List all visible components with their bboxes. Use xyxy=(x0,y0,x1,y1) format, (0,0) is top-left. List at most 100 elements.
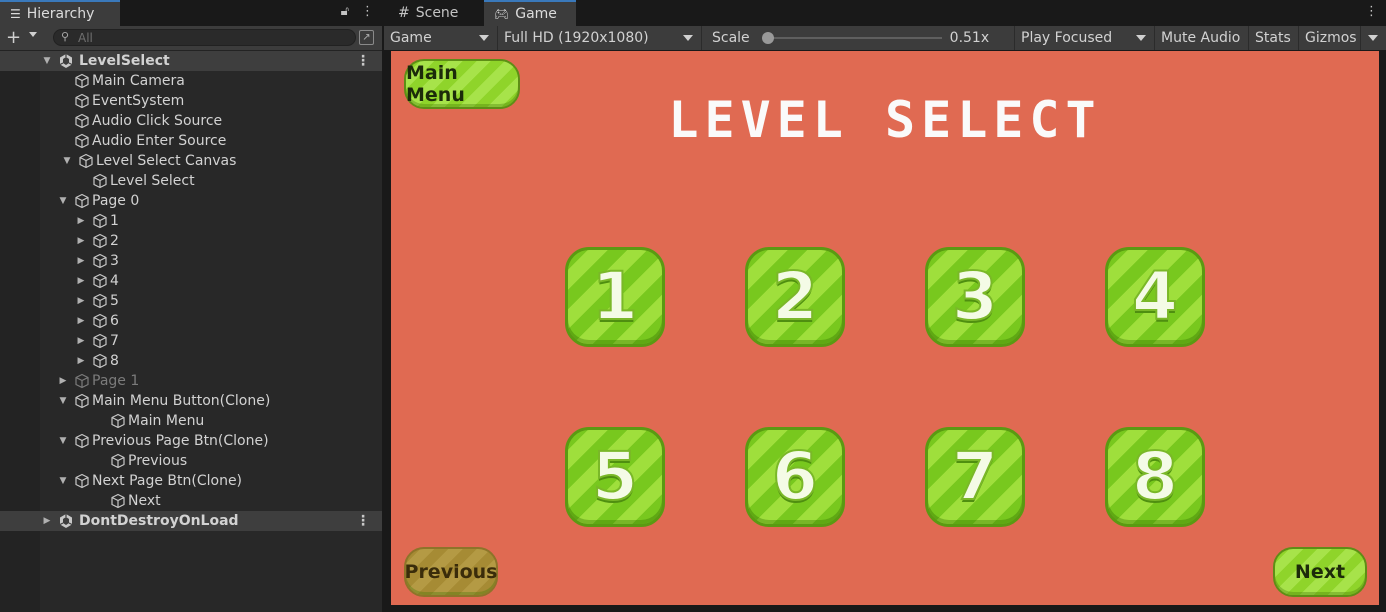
expand-arrow-icon[interactable]: ▼ xyxy=(58,196,68,206)
more-options-icon[interactable]: ⋮ xyxy=(1365,4,1378,19)
level-button-8[interactable]: 8 xyxy=(1105,427,1205,527)
scale-slider-handle[interactable] xyxy=(761,32,774,44)
collapse-arrow-icon[interactable]: ▶ xyxy=(42,516,52,526)
collapse-arrow-icon[interactable]: ▶ xyxy=(76,256,86,266)
collapse-arrow-icon[interactable]: ▶ xyxy=(76,356,86,366)
hierarchy-row[interactable]: ▶ 6 xyxy=(0,311,382,331)
hierarchy-row[interactable]: EventSystem xyxy=(0,91,382,111)
hierarchy-row[interactable]: ▼ Level Select Canvas xyxy=(0,151,382,171)
hierarchy-row[interactable]: ▶ 7 xyxy=(0,331,382,351)
gameobject-cube-icon xyxy=(74,73,90,89)
level-number: 7 xyxy=(951,438,999,515)
hierarchy-row-label: Page 0 xyxy=(92,193,140,209)
hierarchy-row-label: Main Menu Button(Clone) xyxy=(92,393,271,409)
stats-button[interactable]: Stats xyxy=(1249,26,1299,50)
hierarchy-row[interactable]: ▶ 5 xyxy=(0,291,382,311)
gizmos-dropdown[interactable] xyxy=(1361,26,1386,50)
collapse-arrow-icon[interactable]: ▶ xyxy=(58,376,68,386)
hierarchy-row[interactable]: ▶ 8 xyxy=(0,351,382,371)
gameobject-cube-icon xyxy=(74,433,90,449)
collapse-arrow-icon[interactable]: ▶ xyxy=(76,316,86,326)
level-button-2[interactable]: 2 xyxy=(745,247,845,347)
hierarchy-row[interactable]: ▶ Page 1 xyxy=(0,371,382,391)
lock-icon[interactable]: 🔓︎ xyxy=(341,4,349,19)
gameobject-cube-icon xyxy=(74,113,90,129)
hierarchy-row[interactable]: Previous xyxy=(0,451,382,471)
scale-slider[interactable] xyxy=(761,26,942,50)
level-number: 1 xyxy=(591,258,639,335)
level-button-1[interactable]: 1 xyxy=(565,247,665,347)
chevron-down-icon xyxy=(1136,35,1146,41)
scene-options-icon[interactable]: ⋮ xyxy=(356,53,370,69)
level-button-3[interactable]: 3 xyxy=(925,247,1025,347)
expand-arrow-icon[interactable]: ▼ xyxy=(58,396,68,406)
gameobject-cube-icon xyxy=(74,133,90,149)
search-by-type-icon[interactable]: ↗ xyxy=(359,30,374,45)
hierarchy-row[interactable]: ▶ 4 xyxy=(0,271,382,291)
gameobject-cube-icon xyxy=(74,373,90,389)
hierarchy-row[interactable]: ▶ 3 xyxy=(0,251,382,271)
hierarchy-scene-row[interactable]: ▼ LevelSelect ⋮ xyxy=(0,51,382,71)
level-button-4[interactable]: 4 xyxy=(1105,247,1205,347)
game-toolbar: Game Full HD (1920x1080) Scale 0.51x Pla… xyxy=(384,26,1386,50)
hierarchy-row[interactable]: Audio Click Source xyxy=(0,111,382,131)
scene-options-icon[interactable]: ⋮ xyxy=(356,513,370,529)
hierarchy-row[interactable]: Next xyxy=(0,491,382,511)
search-input[interactable]: ⚲ All xyxy=(53,29,356,46)
display-dropdown[interactable]: Game xyxy=(384,26,498,50)
previous-page-button[interactable]: Previous xyxy=(404,547,498,597)
hierarchy-row-label: Main Camera xyxy=(92,73,185,89)
hierarchy-row[interactable]: Audio Enter Source xyxy=(0,131,382,151)
hierarchy-row-label: EventSystem xyxy=(92,93,185,109)
hierarchy-row[interactable]: ▼ Page 0 xyxy=(0,191,382,211)
level-button-7[interactable]: 7 xyxy=(925,427,1025,527)
hierarchy-row[interactable]: ▼ Previous Page Btn(Clone) xyxy=(0,431,382,451)
level-button-5[interactable]: 5 xyxy=(565,427,665,527)
create-dropdown-icon[interactable] xyxy=(29,32,37,37)
hierarchy-panel: ☰ Hierarchy 🔓︎ ⋮ + ⚲ All ↗ ▼ LevelSelect ⋮… xyxy=(0,0,382,612)
hierarchy-row[interactable]: Main Camera xyxy=(0,71,382,91)
next-page-button[interactable]: Next xyxy=(1273,547,1367,597)
scale-label: Scale xyxy=(712,30,750,46)
hierarchy-row[interactable]: Main Menu xyxy=(0,411,382,431)
hierarchy-row-label: 8 xyxy=(110,353,119,369)
play-mode-dropdown[interactable]: Play Focused xyxy=(1015,26,1155,50)
expand-arrow-icon[interactable]: ▼ xyxy=(58,436,68,446)
tab-scene[interactable]: # Scene xyxy=(388,0,482,26)
expand-arrow-icon[interactable]: ▼ xyxy=(58,476,68,486)
gameobject-cube-icon xyxy=(92,173,108,189)
hierarchy-row[interactable]: ▼ Main Menu Button(Clone) xyxy=(0,391,382,411)
resolution-dropdown[interactable]: Full HD (1920x1080) xyxy=(498,26,702,50)
chevron-down-icon xyxy=(479,35,489,41)
expand-arrow-icon[interactable]: ▼ xyxy=(42,56,52,66)
collapse-arrow-icon[interactable]: ▶ xyxy=(76,296,86,306)
collapse-arrow-icon[interactable]: ▶ xyxy=(76,236,86,246)
create-plus-icon[interactable]: + xyxy=(6,27,21,48)
gameobject-cube-icon xyxy=(92,313,108,329)
more-options-icon[interactable]: ⋮ xyxy=(361,4,374,19)
gizmos-button[interactable]: Gizmos xyxy=(1299,26,1361,50)
gameobject-cube-icon xyxy=(92,213,108,229)
level-button-6[interactable]: 6 xyxy=(745,427,845,527)
tab-game[interactable]: 🎮︎ Game xyxy=(484,0,576,26)
mute-audio-label: Mute Audio xyxy=(1161,30,1241,46)
tab-hierarchy[interactable]: ☰ Hierarchy xyxy=(0,0,120,26)
chevron-down-icon xyxy=(683,35,693,41)
play-mode-label: Play Focused xyxy=(1021,30,1113,46)
hierarchy-row[interactable]: ▶ 1 xyxy=(0,211,382,231)
display-label: Game xyxy=(390,30,432,46)
collapse-arrow-icon[interactable]: ▶ xyxy=(76,276,86,286)
hierarchy-row[interactable]: Level Select xyxy=(0,171,382,191)
expand-arrow-icon[interactable]: ▼ xyxy=(62,156,72,166)
gameobject-cube-icon xyxy=(110,453,126,469)
grid-icon: # xyxy=(398,5,410,21)
hierarchy-row-label: 5 xyxy=(110,293,119,309)
level-number: 8 xyxy=(1131,438,1179,515)
collapse-arrow-icon[interactable]: ▶ xyxy=(76,216,86,226)
hierarchy-row[interactable]: ▼ Next Page Btn(Clone) xyxy=(0,471,382,491)
gameobject-cube-icon xyxy=(74,193,90,209)
mute-audio-button[interactable]: Mute Audio xyxy=(1155,26,1249,50)
hierarchy-row[interactable]: ▶ 2 xyxy=(0,231,382,251)
hierarchy-scene-row[interactable]: ▶ DontDestroyOnLoad ⋮ xyxy=(0,511,382,531)
collapse-arrow-icon[interactable]: ▶ xyxy=(76,336,86,346)
